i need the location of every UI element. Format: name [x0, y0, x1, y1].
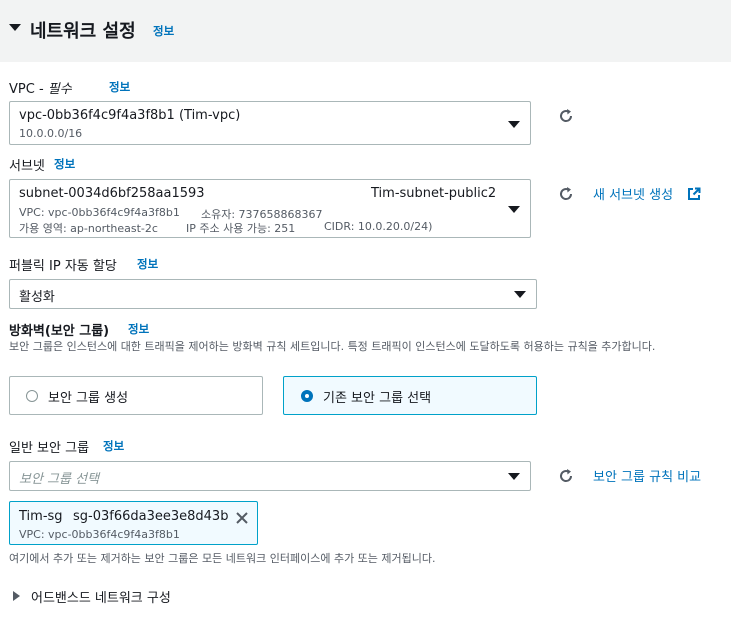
subnet-info-link[interactable]: 정보	[54, 156, 75, 172]
subnet-selected-name: Tim-subnet-public2	[371, 186, 497, 201]
firewall-label: 방화벽(보안 그룹)	[9, 324, 110, 339]
public-ip-value: 활성화	[19, 290, 55, 305]
vpc-selected-id: vpc-0bb36f4c9f4a3f8b1 (Tim-vpc)	[19, 108, 241, 123]
radio-create-indicator[interactable]	[26, 390, 38, 402]
security-group-dropdown-caret-icon	[508, 473, 520, 480]
vpc-refresh-icon[interactable]	[557, 107, 575, 125]
radio-create-label: 보안 그룹 생성	[48, 391, 129, 406]
security-group-placeholder: 보안 그룹 선택	[19, 472, 100, 487]
external-link-icon[interactable]	[687, 186, 701, 205]
subnet-detail-vpc: VPC: vpc-0bb36f4c9f4a3f8b1	[19, 206, 180, 219]
firewall-info-link[interactable]: 정보	[128, 321, 149, 337]
firewall-description: 보안 그룹은 인스턴스에 대한 트래픽을 제어하는 방화벽 규칙 세트입니다. …	[9, 340, 656, 353]
subnet-detail-az: 가용 영역: ap-northeast-2c	[19, 222, 158, 235]
common-sg-label: 일반 보안 그룹	[9, 441, 90, 456]
subnet-dropdown-caret-icon	[508, 206, 520, 213]
vpc-dropdown-caret-icon	[508, 121, 520, 128]
vpc-info-link[interactable]: 정보	[109, 79, 130, 95]
advanced-network-config-toggle[interactable]: 어드밴스드 네트워크 구성	[31, 587, 171, 606]
vpc-selected-cidr: 10.0.0.0/16	[19, 127, 83, 140]
public-ip-info-link[interactable]: 정보	[137, 256, 158, 272]
radio-existing-indicator[interactable]	[301, 390, 313, 402]
public-ip-dropdown-caret-icon	[514, 291, 526, 298]
section-info-link[interactable]: 정보	[153, 23, 174, 39]
radio-existing-label: 기존 보안 그룹 선택	[323, 391, 432, 406]
subnet-label: 서브넷	[9, 159, 45, 174]
remove-token-close-icon[interactable]	[235, 510, 249, 529]
create-subnet-link[interactable]: 새 서브넷 생성	[593, 184, 673, 203]
vpc-required-text: 필수	[47, 82, 72, 97]
section-title: 네트워크 설정	[30, 21, 136, 42]
security-group-select[interactable]: 보안 그룹 선택	[9, 461, 531, 491]
subnet-detail-cidr: CIDR: 10.0.20.0/24)	[324, 220, 433, 233]
compare-sg-rules-link[interactable]: 보안 그룹 규칙 비교	[593, 466, 701, 485]
public-ip-select[interactable]: 활성화	[9, 279, 537, 309]
subnet-refresh-icon[interactable]	[557, 185, 575, 203]
expand-caret-icon[interactable]	[13, 591, 20, 601]
vpc-label-text: VPC -	[9, 82, 48, 97]
subnet-select[interactable]: subnet-0034d6bf258aa1593 Tim-subnet-publ…	[9, 179, 531, 238]
token-sg-id: sg-03f66da3ee3e8d43b	[73, 509, 229, 524]
selected-security-group-token: Tim-sg sg-03f66da3ee3e8d43b VPC: vpc-0bb…	[9, 501, 258, 545]
radio-existing-security-group[interactable]: 기존 보안 그룹 선택	[283, 376, 537, 415]
token-sg-name: Tim-sg	[19, 509, 63, 524]
vpc-label: VPC - 필수	[9, 78, 72, 97]
common-sg-info-link[interactable]: 정보	[103, 438, 124, 454]
token-sg-vpc: VPC: vpc-0bb36f4c9f4a3f8b1	[19, 528, 180, 541]
subnet-detail-ip: IP 주소 사용 가능: 251	[186, 222, 296, 235]
collapse-caret-icon[interactable]	[9, 24, 21, 31]
radio-create-security-group[interactable]: 보안 그룹 생성	[9, 376, 263, 415]
public-ip-label: 퍼블릭 IP 자동 할당	[9, 259, 117, 274]
vpc-select[interactable]: vpc-0bb36f4c9f4a3f8b1 (Tim-vpc) 10.0.0.0…	[9, 101, 531, 145]
security-group-refresh-icon[interactable]	[557, 467, 575, 485]
security-group-hint: 여기에서 추가 또는 제거하는 보안 그룹은 모든 네트워크 인터페이스에 추가…	[9, 552, 436, 565]
subnet-selected-id: subnet-0034d6bf258aa1593	[19, 186, 205, 201]
